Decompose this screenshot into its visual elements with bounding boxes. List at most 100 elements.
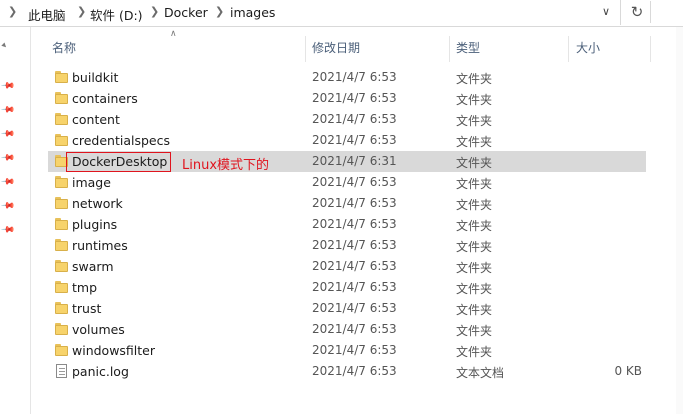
folder-row[interactable]: trust 2021/4/7 6:53 文件夹	[48, 298, 646, 319]
modified-date: 2021/4/7 6:53	[312, 217, 397, 231]
breadcrumb-this-pc[interactable]: 此电脑	[28, 5, 66, 24]
column-header-name[interactable]: 名称	[52, 36, 76, 60]
column-divider[interactable]	[568, 36, 569, 62]
address-bar: ❯ 此电脑 ❯ 软件 (D:) ❯ Docker ❯ images ∨ ↻	[0, 0, 683, 27]
folder-row[interactable]: volumes 2021/4/7 6:53 文件夹	[48, 319, 646, 340]
file-type: 文件夹	[456, 156, 493, 170]
modified-date: 2021/4/7 6:53	[312, 112, 397, 126]
pin-icon[interactable]: 📌	[0, 126, 15, 141]
scrollbar[interactable]	[676, 27, 683, 414]
file-name: buildkit	[72, 70, 119, 85]
folder-icon	[55, 260, 68, 272]
chevron-right-icon[interactable]: ❯	[77, 5, 86, 18]
modified-date: 2021/4/7 6:53	[312, 259, 397, 273]
chevron-right-icon[interactable]: ❯	[150, 5, 159, 18]
file-type: 文件夹	[456, 345, 493, 359]
folder-row[interactable]: swarm 2021/4/7 6:53 文件夹	[48, 256, 646, 277]
file-name: plugins	[72, 217, 118, 232]
modified-date: 2021/4/7 6:53	[312, 322, 397, 336]
file-type: 文件夹	[456, 219, 493, 233]
folder-icon	[55, 176, 68, 188]
breadcrumb-drive-d[interactable]: 软件 (D:)	[90, 5, 143, 24]
annotation-highlight-box	[66, 152, 171, 172]
breadcrumb-images[interactable]: images	[230, 5, 275, 20]
pin-icon[interactable]: 📌	[0, 222, 15, 237]
file-name: tmp	[72, 280, 98, 295]
pin-icon[interactable]: 📌	[0, 78, 15, 93]
text-file-icon	[56, 364, 67, 378]
modified-date: 2021/4/7 6:53	[312, 91, 397, 105]
folder-icon	[55, 323, 68, 335]
folder-icon	[55, 134, 68, 146]
folder-row[interactable]: containers 2021/4/7 6:53 文件夹	[48, 88, 646, 109]
folder-icon	[55, 239, 68, 251]
sort-ascending-icon: ∧	[170, 29, 177, 39]
pin-icon[interactable]: 📌	[0, 174, 15, 189]
modified-date: 2021/4/7 6:53	[312, 133, 397, 147]
folder-row[interactable]: credentialspecs 2021/4/7 6:53 文件夹	[48, 130, 646, 151]
file-name: runtimes	[72, 238, 128, 253]
column-header-size[interactable]: 大小	[576, 36, 600, 60]
folder-row[interactable]: windowsfilter 2021/4/7 6:53 文件夹	[48, 340, 646, 361]
file-type: 文件夹	[456, 198, 493, 212]
file-type: 文本文档	[456, 366, 505, 380]
column-divider[interactable]	[305, 36, 306, 62]
breadcrumb-docker[interactable]: Docker	[164, 5, 208, 20]
file-name: windowsfilter	[72, 343, 156, 358]
file-name: credentialspecs	[72, 133, 171, 148]
modified-date: 2021/4/7 6:53	[312, 175, 397, 189]
pin-icon[interactable]: 📌	[0, 198, 15, 213]
folder-icon	[55, 218, 68, 230]
folder-row[interactable]: content 2021/4/7 6:53 文件夹	[48, 109, 646, 130]
folder-row[interactable]: image 2021/4/7 6:53 文件夹	[48, 172, 646, 193]
navigation-pane: ▸ 📌 📌 📌 📌 📌 📌 📌	[0, 27, 31, 414]
file-type: 文件夹	[456, 177, 493, 191]
file-type: 文件夹	[456, 72, 493, 86]
file-name: containers	[72, 91, 138, 106]
file-type: 文件夹	[456, 114, 493, 128]
column-header-type[interactable]: 类型	[456, 36, 480, 60]
chevron-down-icon[interactable]: ∨	[597, 3, 615, 21]
modified-date: 2021/4/7 6:53	[312, 280, 397, 294]
pin-icon[interactable]: 📌	[0, 150, 15, 165]
file-type: 文件夹	[456, 135, 493, 149]
folder-row[interactable]: plugins 2021/4/7 6:53 文件夹	[48, 214, 646, 235]
file-type: 文件夹	[456, 93, 493, 107]
file-type: 文件夹	[456, 303, 493, 317]
modified-date: 2021/4/7 6:53	[312, 238, 397, 252]
file-type: 文件夹	[456, 324, 493, 338]
column-header-date[interactable]: 修改日期	[312, 36, 360, 60]
file-name: network	[72, 196, 123, 211]
refresh-icon[interactable]: ↻	[624, 1, 651, 23]
file-name: image	[72, 175, 111, 190]
breadcrumb[interactable]: ❯ 此电脑 ❯ 软件 (D:) ❯ Docker ❯ images ∨	[0, 0, 621, 25]
modified-date: 2021/4/7 6:53	[312, 343, 397, 357]
column-divider[interactable]	[650, 36, 651, 62]
file-size: 0 KB	[614, 364, 642, 378]
folder-row[interactable]: buildkit 2021/4/7 6:53 文件夹	[48, 67, 646, 88]
folder-row[interactable]: network 2021/4/7 6:53 文件夹	[48, 193, 646, 214]
file-name: panic.log	[72, 364, 129, 379]
folder-icon	[55, 71, 68, 83]
annotation-label: Linux模式下的	[182, 158, 270, 173]
modified-date: 2021/4/7 6:53	[312, 196, 397, 210]
file-type: 文件夹	[456, 261, 493, 275]
folder-icon	[55, 113, 68, 125]
pin-icon[interactable]: 📌	[0, 102, 15, 117]
folder-icon	[55, 344, 68, 356]
modified-date: 2021/4/7 6:53	[312, 70, 397, 84]
modified-date: 2021/4/7 6:31	[312, 154, 397, 168]
file-name: volumes	[72, 322, 125, 337]
folder-icon	[55, 302, 68, 314]
file-row[interactable]: panic.log 2021/4/7 6:53 文本文档 0 KB	[48, 361, 646, 382]
file-name: content	[72, 112, 120, 127]
modified-date: 2021/4/7 6:53	[312, 364, 397, 378]
folder-row[interactable]: tmp 2021/4/7 6:53 文件夹	[48, 277, 646, 298]
file-type: 文件夹	[456, 240, 493, 254]
column-divider[interactable]	[449, 36, 450, 62]
chevron-right-icon[interactable]: ❯	[215, 5, 224, 18]
folder-icon	[55, 281, 68, 293]
chevron-right-icon[interactable]: ❯	[8, 5, 17, 18]
folder-row[interactable]: runtimes 2021/4/7 6:53 文件夹	[48, 235, 646, 256]
chevron-right-icon[interactable]: ▸	[0, 41, 9, 51]
